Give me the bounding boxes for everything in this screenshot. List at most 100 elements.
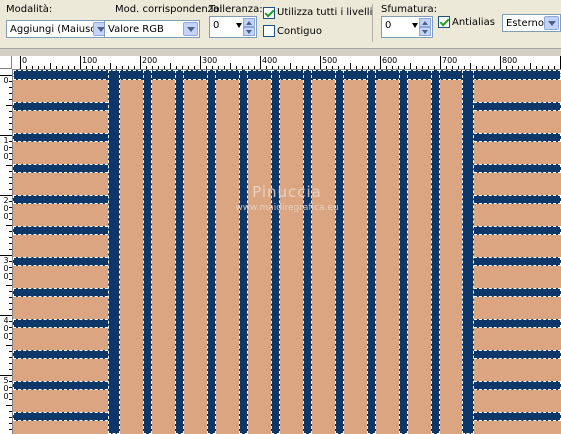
selection-stripe — [13, 288, 113, 297]
spin-up-icon[interactable] — [243, 18, 255, 27]
ruler-tick — [50, 63, 51, 69]
ruler-tick — [416, 66, 417, 69]
dropdown-arrow-icon[interactable] — [412, 23, 418, 28]
antialias-mode-select[interactable]: Esterno — [502, 14, 561, 32]
ruler-tick — [32, 66, 33, 69]
selection-stripe — [469, 412, 561, 421]
ruler-tick — [9, 99, 12, 100]
selection-stripe — [469, 257, 561, 266]
ruler-tick — [9, 87, 12, 88]
ruler-tick — [452, 66, 453, 69]
ruler-tick — [170, 63, 171, 69]
selection-stripe — [13, 102, 113, 111]
mode-select[interactable]: Aggiungi (Maiusc) — [6, 20, 110, 38]
tolerance-label: Tolleranza: — [209, 4, 263, 15]
ruler-tick — [254, 66, 255, 69]
feather-spinner[interactable]: 0 — [381, 16, 433, 38]
ruler-tick — [194, 66, 195, 69]
dropdown-arrow-icon[interactable] — [236, 23, 242, 28]
selection-stripe — [303, 70, 312, 434]
ruler-tick — [9, 171, 12, 172]
ruler-tick — [290, 63, 291, 69]
ruler-tick — [404, 66, 405, 69]
selection-stripe — [239, 70, 248, 434]
ruler-tick — [440, 56, 441, 69]
selection-stripe — [13, 257, 113, 266]
ruler-tick — [236, 66, 237, 69]
ruler-tick — [350, 63, 351, 69]
contiguous-label: Contiguo — [277, 26, 322, 37]
ruler-tick — [6, 225, 12, 226]
ruler-tick — [380, 56, 381, 69]
ruler-tick — [9, 123, 12, 124]
ruler-tick — [9, 189, 12, 190]
selection-stripe — [399, 70, 408, 434]
match-mode-select[interactable]: Valore RGB — [104, 20, 200, 38]
use-all-layers-label: Utilizza tutti i livelli — [277, 7, 373, 18]
ruler-label: 400 — [262, 56, 278, 65]
selection-stripe — [13, 381, 113, 390]
spin-up-icon[interactable] — [419, 18, 431, 27]
ruler-tick — [9, 291, 12, 292]
ruler-tick — [356, 66, 357, 69]
spin-down-icon[interactable] — [419, 27, 431, 36]
ruler-tick — [428, 66, 429, 69]
ruler-tick — [536, 66, 537, 69]
ruler-tick — [398, 66, 399, 69]
match-mode-label: Mod. corrispondenza: — [115, 4, 223, 15]
antialias-checkbox[interactable] — [438, 16, 450, 28]
feather-value: 0 — [385, 20, 392, 31]
ruler-tick — [176, 66, 177, 69]
ruler-tick — [458, 66, 459, 69]
ruler-tick — [512, 66, 513, 69]
chevron-down-icon[interactable] — [183, 22, 198, 36]
ruler-tick — [368, 66, 369, 69]
ruler-tick — [164, 66, 165, 69]
ruler-tick — [122, 66, 123, 69]
ruler-label: 2 0 0 — [3, 196, 9, 221]
ruler-tick — [230, 63, 231, 69]
ruler-tick — [296, 66, 297, 69]
ruler-tick — [482, 66, 483, 69]
tolerance-spinner[interactable]: 0 — [209, 16, 257, 38]
ruler-label: 100 — [82, 56, 98, 65]
ruler-label: 200 — [142, 56, 158, 65]
ruler-tick — [38, 66, 39, 69]
ruler-tick — [20, 56, 21, 69]
selection-stripe — [207, 70, 216, 434]
spin-down-icon[interactable] — [243, 27, 255, 36]
ruler-tick — [158, 66, 159, 69]
ruler-tick — [386, 66, 387, 69]
chevron-down-icon[interactable] — [544, 16, 559, 30]
selection-stripe — [469, 381, 561, 390]
feather-label: Sfumatura: — [381, 4, 437, 15]
mode-value: Aggiungi (Maiusc) — [10, 24, 100, 35]
ruler-tick — [110, 63, 111, 69]
selection-stripe — [13, 133, 113, 142]
image-canvas[interactable]: Pinuccia www.maidiregrafica.eu — [13, 70, 561, 434]
watermark-url: www.maidiregrafica.eu — [235, 203, 339, 213]
ruler-tick — [6, 105, 12, 106]
ruler-tick — [302, 66, 303, 69]
ruler-tick — [6, 345, 12, 346]
ruler-tick — [9, 309, 12, 310]
match-mode-value: Valore RGB — [108, 24, 164, 35]
ruler-label: 1 0 0 — [3, 136, 9, 161]
ruler-tick — [9, 303, 12, 304]
ruler-tick — [344, 66, 345, 69]
ruler-tick — [9, 423, 12, 424]
selection-stripe — [13, 412, 113, 421]
ruler-tick — [6, 165, 12, 166]
ruler-tick — [284, 66, 285, 69]
antialias-mode-value: Esterno — [506, 18, 544, 29]
ruler-label: 500 — [322, 56, 338, 65]
horizontal-ruler: 0 100 200 300 400 500 600 700 800 — [12, 56, 561, 70]
ruler-tick — [470, 63, 471, 69]
selection-stripe — [469, 226, 561, 235]
ruler-tick — [98, 66, 99, 69]
ruler-tick — [266, 66, 267, 69]
ruler-tick — [9, 231, 12, 232]
contiguous-checkbox[interactable] — [263, 25, 275, 37]
ruler-tick — [272, 66, 273, 69]
use-all-layers-checkbox[interactable] — [263, 7, 275, 19]
